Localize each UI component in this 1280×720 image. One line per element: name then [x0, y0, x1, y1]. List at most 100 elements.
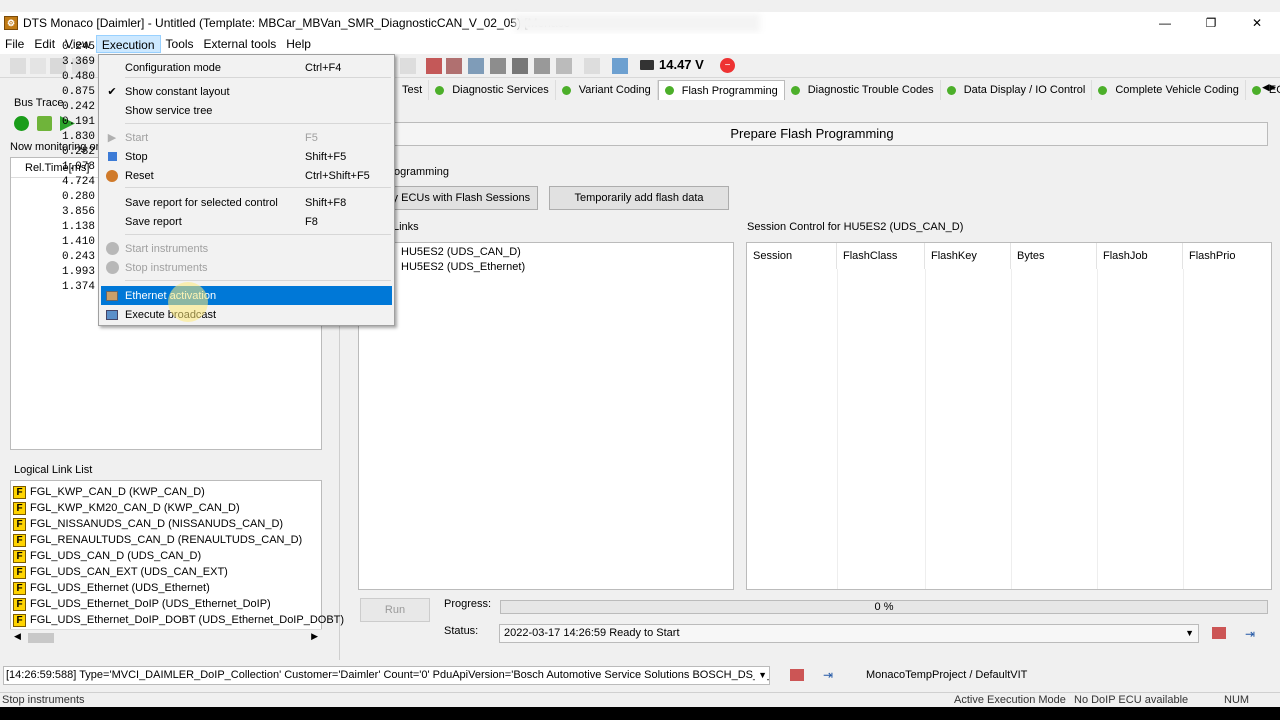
link-list-scrollbar[interactable]: ◀ ▶ [10, 629, 322, 645]
col-bytes[interactable]: Bytes [1011, 243, 1097, 269]
menu-tools[interactable]: Tools [161, 35, 199, 53]
tab-complete-vehicle-coding[interactable]: Complete Vehicle Coding [1092, 80, 1246, 100]
menu-file[interactable]: File [0, 35, 29, 53]
menu-help[interactable]: Help [281, 35, 316, 53]
menu-item-label: Show constant layout [125, 85, 230, 98]
menu-item-save-report-for-selected-control[interactable]: Save report for selected control Shift+F8 [101, 193, 392, 212]
col-flashkey[interactable]: FlashKey [925, 243, 1011, 269]
exit-icon[interactable]: ⇥ [823, 668, 833, 682]
power-icon[interactable] [14, 116, 29, 131]
close-icon[interactable]: ✕ [1234, 12, 1280, 34]
menu-item-configuration-mode[interactable]: Configuration mode Ctrl+F4 [101, 58, 392, 77]
menu-item-label: Start instruments [125, 242, 209, 255]
restore-icon[interactable]: ❐ [1188, 12, 1234, 34]
col-divider [1011, 269, 1012, 589]
flash-badge-icon: F [13, 597, 26, 611]
link-item[interactable]: F FGL_UDS_CAN_D (UDS_CAN_D) [13, 548, 201, 564]
menu-separator [125, 123, 391, 124]
scroll-thumb[interactable] [28, 633, 54, 643]
run-button[interactable]: Run [360, 598, 430, 622]
log-text: [14:26:59:588] Type='MVCI_DAIMLER_DoIP_C… [6, 669, 770, 681]
session-table[interactable]: Session FlashClass FlashKey Bytes FlashJ… [746, 242, 1272, 590]
ecu-icon[interactable] [446, 58, 462, 74]
chevron-down-icon[interactable]: ▼ [755, 667, 767, 684]
col-session[interactable]: Session [747, 243, 837, 269]
menu-item-save-report[interactable]: Save report F8 [101, 212, 392, 231]
toolbar-tool-icon[interactable] [400, 58, 416, 74]
scroll-right-icon[interactable]: ▶ [311, 631, 318, 642]
menu-execution[interactable]: Execution [95, 35, 161, 53]
scroll-left-icon[interactable]: ◀ [14, 631, 21, 642]
tab-label: Data Display / IO Control [963, 84, 1086, 96]
help-icon[interactable] [612, 58, 628, 74]
menu-item-reset[interactable]: Reset Ctrl+Shift+F5 [101, 166, 392, 185]
only-ecus-flash-button[interactable]: only ECUs with Flash Sessions [370, 186, 538, 210]
col-flashprio[interactable]: FlashPrio [1183, 243, 1271, 269]
link-item[interactable]: F FGL_KWP_CAN_D (KWP_CAN_D) [13, 484, 205, 500]
broadcast-icon [105, 308, 119, 322]
logical-link-list[interactable]: F FGL_KWP_CAN_D (KWP_CAN_D) F FGL_KWP_KM20_… [10, 480, 344, 645]
voltage-display: 14.47 V [640, 57, 704, 72]
trace-time: 0.242 [61, 101, 95, 113]
menu-item-show-service-tree[interactable]: Show service tree [101, 101, 392, 120]
link-item[interactable]: F FGL_UDS_CAN_EXT (UDS_CAN_EXT) [13, 564, 228, 580]
log-line[interactable]: [14:26:59:588] Type='MVCI_DAIMLER_DoIP_C… [3, 666, 770, 685]
col-flashjob[interactable]: FlashJob [1097, 243, 1183, 269]
tab-label: Flash Programming [681, 84, 778, 97]
settings-icon[interactable] [534, 58, 550, 74]
menu-item-execute-broadcast[interactable]: Execute broadcast [101, 305, 392, 324]
exit-icon[interactable]: ⇥ [1245, 627, 1255, 641]
tab-scroll-icon[interactable]: ◀▶ [1262, 82, 1276, 93]
trace-time: 3.369 [61, 56, 95, 68]
network-icon[interactable] [468, 58, 484, 74]
ecu-link-list[interactable]: HU5ES2 (UDS_CAN_D) HU5ES2 (UDS_Ethernet) [358, 242, 734, 590]
flash-badge-icon: F [13, 485, 26, 499]
menu-item-ethernet-activation[interactable]: Ethernet activation [101, 286, 392, 305]
window-title: DTS Monaco [Daimler] - Untitled (Templat… [23, 16, 571, 30]
disconnect-icon[interactable]: − [720, 58, 735, 73]
ecu-item[interactable]: HU5ES2 (UDS_CAN_D) [401, 246, 521, 258]
menu-item-show-constant-layout[interactable]: ✔ Show constant layout [101, 82, 392, 101]
grid-icon[interactable] [584, 58, 600, 74]
tab-flash-programming[interactable]: Flash Programming [657, 80, 785, 100]
menu-item-start[interactable]: ▶ Start F5 [101, 128, 392, 147]
battery-icon [640, 59, 654, 70]
menu-item-shortcut: Ctrl+F4 [305, 61, 342, 74]
link-label: FGL_RENAULTUDS_CAN_D (RENAULTUDS_CAN_D) [30, 534, 303, 546]
link-item[interactable]: F FGL_UDS_Ethernet_DoIP_DOBT (UDS_Etherne… [13, 612, 344, 628]
new-icon[interactable] [10, 58, 26, 74]
link-item[interactable]: F FGL_RENAULTUDS_CAN_D (RENAULTUDS_CAN_D) [13, 532, 302, 548]
chevron-down-icon[interactable]: ▼ [1185, 625, 1194, 642]
menu-item-start-instruments[interactable]: Start instruments [101, 239, 392, 258]
trace-time: 0.282 [61, 146, 95, 158]
tab-diagnostic-trouble-codes[interactable]: Diagnostic Trouble Codes [785, 80, 941, 100]
minimize-icon[interactable]: — [1142, 12, 1188, 34]
menu-item-stop[interactable]: Stop Shift+F5 [101, 147, 392, 166]
link-item[interactable]: F FGL_UDS_Ethernet_DoIP (UDS_Ethernet_DoI… [13, 596, 271, 612]
instrument-icon [105, 242, 119, 256]
document-icon[interactable] [556, 58, 572, 74]
status-dot-icon [946, 85, 956, 95]
menu-external-tools[interactable]: External tools [199, 35, 282, 53]
col-flashclass[interactable]: FlashClass [837, 243, 925, 269]
tab-variant-coding[interactable]: Variant Coding [556, 80, 658, 100]
eraser-icon[interactable] [790, 669, 804, 681]
tab-label: Diagnostic Services [452, 84, 549, 96]
ecu-item[interactable]: HU5ES2 (UDS_Ethernet) [401, 261, 525, 273]
eraser-icon[interactable] [1212, 627, 1226, 639]
menu-item-stop-instruments[interactable]: Stop instruments [101, 258, 392, 277]
wrench-icon[interactable] [426, 58, 442, 74]
play-icon: ▶ [107, 132, 117, 144]
trace-time: 3.856 [61, 206, 95, 218]
car-icon[interactable] [512, 58, 528, 74]
tab-data-display-io-control[interactable]: Data Display / IO Control [941, 80, 1093, 100]
tab-test[interactable]: Test [396, 80, 430, 100]
tab-diagnostic-services[interactable]: Diagnostic Services [429, 80, 556, 100]
temp-add-flash-button[interactable]: Temporarily add flash data [549, 186, 729, 210]
link-item[interactable]: F FGL_NISSANUDS_CAN_D (NISSANUDS_CAN_D) [13, 516, 283, 532]
vehicle-icon[interactable] [490, 58, 506, 74]
link-item[interactable]: F FGL_UDS_Ethernet (UDS_Ethernet) [13, 580, 210, 596]
link-label: FGL_KWP_KM20_CAN_D (KWP_CAN_D) [30, 502, 240, 514]
status-dropdown[interactable]: 2022-03-17 14:26:59 Ready to Start ▼ [499, 624, 1199, 643]
link-item[interactable]: F FGL_KWP_KM20_CAN_D (KWP_CAN_D) [13, 500, 240, 516]
